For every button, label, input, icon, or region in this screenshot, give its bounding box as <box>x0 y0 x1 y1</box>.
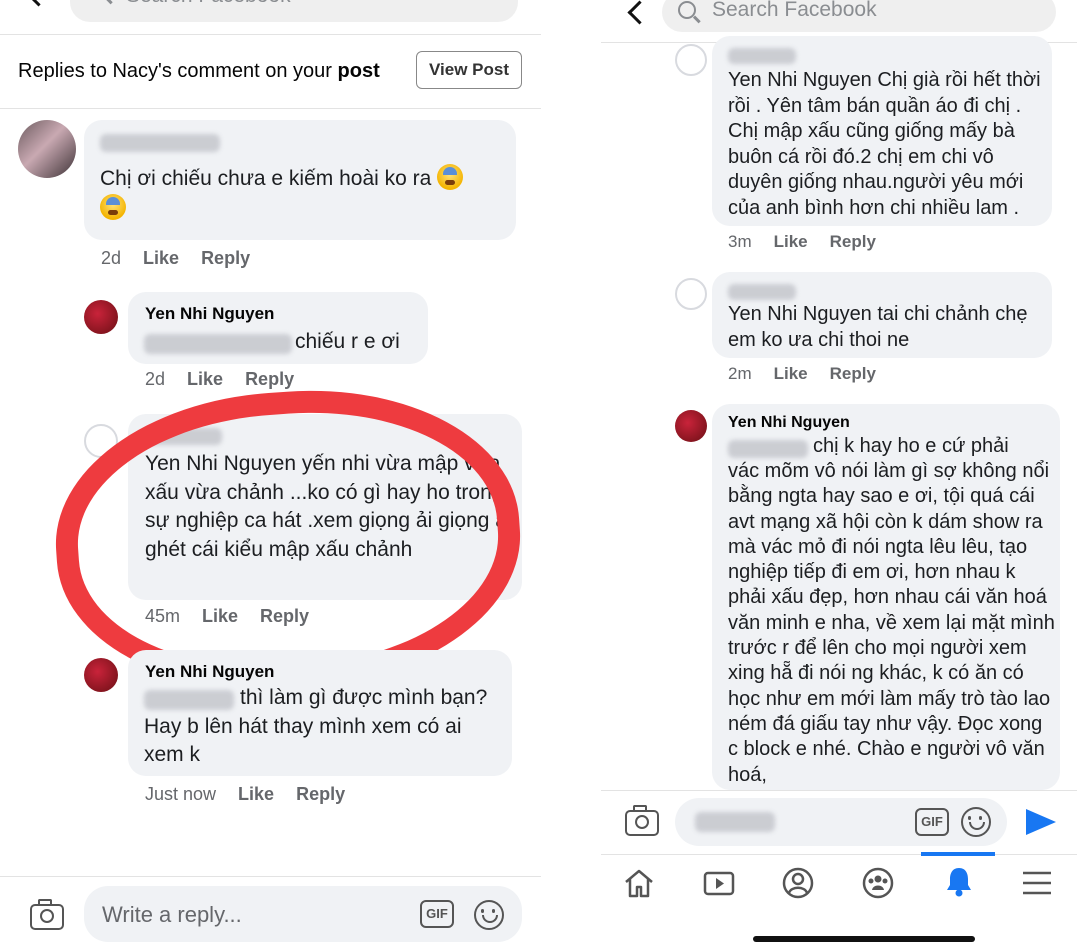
camera-icon[interactable] <box>30 899 64 930</box>
reply-input[interactable]: GIF <box>675 798 1007 846</box>
comment-actions: Just now Like Reply <box>145 784 367 805</box>
avatar-placeholder[interactable] <box>84 424 118 458</box>
comment-time: Just now <box>145 784 217 804</box>
comment-bubble: Yen Nhi Nguyen chị k hay ho e cứ phải vá… <box>712 404 1060 790</box>
page-title-bold: post <box>337 60 380 82</box>
reply-button[interactable]: Reply <box>296 784 345 804</box>
divider <box>0 108 541 109</box>
groups-icon[interactable] <box>861 866 895 900</box>
like-button[interactable]: Like <box>774 364 808 383</box>
search-placeholder: Search Facebook <box>126 0 291 8</box>
profile-icon[interactable] <box>781 866 815 900</box>
emoji-icon[interactable] <box>961 807 991 837</box>
menu-icon[interactable] <box>1020 866 1054 900</box>
comment-bubble: Yen Nhi Nguyen thì làm gì được mình bạn?… <box>128 650 512 776</box>
comment-actions: 2d Like Reply <box>101 248 272 269</box>
home-indicator <box>753 936 975 942</box>
commenter-name[interactable]: Yen Nhi Nguyen <box>145 662 274 682</box>
like-button[interactable]: Like <box>187 369 223 389</box>
blurred-name <box>728 284 796 300</box>
blurred-mention <box>144 334 292 354</box>
page-title: Replies to Nacy's comment on your post <box>18 60 380 83</box>
view-post-button[interactable]: View Post <box>416 51 522 89</box>
blurred-name <box>728 48 796 64</box>
comment-text: Yen Nhi Nguyen yến nhi vừa mập vừa xấu v… <box>145 452 512 561</box>
comment-text: thì làm gì được mình bạn? Hay b lên hát … <box>144 686 488 766</box>
comment-time: 2d <box>145 369 166 389</box>
comment-time: 3m <box>728 232 752 251</box>
active-tab-indicator <box>921 852 995 856</box>
gif-icon[interactable]: GIF <box>420 900 454 928</box>
reply-button[interactable]: Reply <box>245 369 294 389</box>
comment-actions: 2d Like Reply <box>145 369 316 390</box>
comment-actions: 2m Like Reply <box>728 364 898 384</box>
comment-bubble: Yen Nhi Nguyen yến nhi vừa mập vừa xấu v… <box>128 414 522 600</box>
page-title-text: Replies to Nacy's comment on your <box>18 60 338 82</box>
emoji-icon[interactable] <box>474 900 504 930</box>
divider <box>0 876 541 877</box>
reply-placeholder: Write a reply... <box>102 902 242 927</box>
comment-text: Chị ơi chiếu chưa e kiếm hoài ko ra <box>100 164 510 223</box>
search-placeholder: Search Facebook <box>712 0 877 21</box>
gif-icon[interactable]: GIF <box>915 808 949 836</box>
divider <box>601 854 1077 855</box>
avatar[interactable] <box>84 300 118 334</box>
avatar-placeholder[interactable] <box>675 44 707 76</box>
comment-text-content: Chị ơi chiếu chưa e kiếm hoài ko ra <box>100 167 432 190</box>
send-icon[interactable] <box>1026 809 1056 835</box>
reply-input[interactable]: Write a reply... GIF <box>84 886 522 942</box>
comment-text: vác mõm vô nói làm gì sợ không nổi bằng … <box>728 460 1055 786</box>
like-button[interactable]: Like <box>238 784 274 804</box>
comment-bubble: Yen Nhi Nguyen Chị già rồi hết thời rồi … <box>712 36 1052 226</box>
comment-text: Yen Nhi Nguyen Chị già rồi hết thời rồi … <box>728 69 1041 219</box>
search-input[interactable]: Search Facebook <box>662 0 1056 32</box>
avatar[interactable] <box>675 410 707 442</box>
anxious-face-icon <box>437 164 464 190</box>
search-input[interactable]: Search Facebook <box>70 0 518 22</box>
like-button[interactable]: Like <box>143 248 179 268</box>
blurred-mention <box>728 440 808 458</box>
notifications-icon[interactable] <box>942 864 976 898</box>
reply-button[interactable]: Reply <box>830 364 876 383</box>
comment-text: chiếu r e ơi <box>295 330 400 353</box>
comment-time: 2m <box>728 364 752 383</box>
comment-actions: 3m Like Reply <box>728 232 898 252</box>
back-icon[interactable] <box>26 0 51 7</box>
divider <box>0 34 541 35</box>
left-screenshot: Search Facebook Replies to Nacy's commen… <box>0 0 541 946</box>
comment-time: 45m <box>145 606 181 626</box>
comment-bubble: Chị ơi chiếu chưa e kiếm hoài ko ra <box>84 120 516 240</box>
home-icon[interactable] <box>622 866 656 900</box>
watch-icon[interactable] <box>702 866 736 900</box>
avatar[interactable] <box>84 658 118 692</box>
blurred-name <box>100 134 220 152</box>
comment-time: 2d <box>101 248 122 268</box>
right-screenshot: Search Facebook Yen Nhi Nguyen Chị già r… <box>601 0 1077 946</box>
blurred-mention <box>695 812 775 832</box>
blurred-name <box>146 428 222 445</box>
reply-button[interactable]: Reply <box>260 606 309 626</box>
comment-bubble: Yen Nhi Nguyen chiếu r e ơi <box>128 292 428 364</box>
anxious-face-icon <box>100 193 126 220</box>
avatar[interactable] <box>18 120 76 178</box>
comment-text: Yen Nhi Nguyen tai chi chảnh chẹ em ko ư… <box>728 303 1028 351</box>
divider <box>601 790 1077 791</box>
reply-button[interactable]: Reply <box>830 232 876 251</box>
like-button[interactable]: Like <box>774 232 808 251</box>
comment-text-first-line: chị k hay ho e cứ phải <box>813 435 1009 457</box>
comment-bubble: Yen Nhi Nguyen tai chi chảnh chẹ em ko ư… <box>712 272 1052 358</box>
panel-gap <box>541 0 601 946</box>
comment-actions: 45m Like Reply <box>145 606 331 627</box>
commenter-name[interactable]: Yen Nhi Nguyen <box>728 414 850 432</box>
camera-icon[interactable] <box>625 805 659 836</box>
commenter-name[interactable]: Yen Nhi Nguyen <box>145 304 274 324</box>
search-icon <box>678 1 696 19</box>
avatar-placeholder[interactable] <box>675 278 707 310</box>
reply-button[interactable]: Reply <box>201 248 250 268</box>
back-icon[interactable] <box>627 0 652 25</box>
like-button[interactable]: Like <box>202 606 238 626</box>
